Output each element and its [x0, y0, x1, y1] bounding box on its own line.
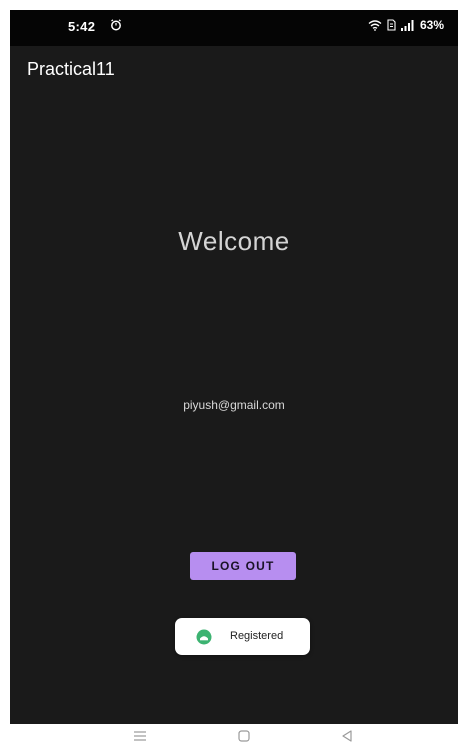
toast-message: Registered: [175, 618, 310, 655]
signal-icon: [400, 19, 414, 31]
navigation-bar: [0, 724, 467, 747]
menu-icon: [134, 731, 146, 741]
back-icon: [342, 730, 352, 742]
app-icon: [196, 629, 212, 645]
user-email: piyush@gmail.com: [183, 398, 285, 412]
toast-text: Registered: [230, 630, 284, 642]
home-icon: [238, 730, 250, 742]
home-button[interactable]: [236, 729, 252, 743]
alarm-icon: [111, 19, 121, 31]
wifi-icon: [368, 20, 382, 31]
app-screen: 5:42 63% Practical11 Welcome piyush@gmai…: [10, 10, 458, 724]
status-time: 5:42: [68, 19, 96, 34]
logout-button[interactable]: LOG OUT: [190, 552, 296, 580]
sim-icon: [387, 19, 396, 31]
menu-button[interactable]: [132, 729, 148, 743]
back-button[interactable]: [339, 729, 355, 743]
status-icons: 63%: [368, 18, 444, 32]
status-bar: 5:42 63%: [10, 10, 458, 46]
welcome-heading: Welcome: [178, 226, 290, 256]
app-title: Practical11: [27, 59, 115, 79]
battery-level: 63%: [419, 18, 444, 32]
